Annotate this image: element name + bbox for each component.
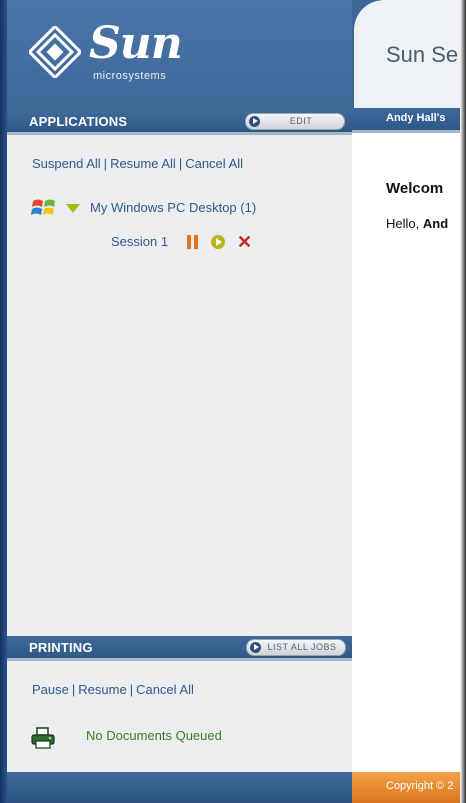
resume-link[interactable]: Resume <box>78 682 126 697</box>
separator: | <box>103 156 108 171</box>
main-panel: Sun Se Andy Hall's Welcom Hello, And Cop… <box>352 0 466 803</box>
printer-icon <box>31 727 55 749</box>
hello-prefix: Hello, <box>386 216 423 231</box>
applications-actions: Suspend All | Resume All | Cancel All <box>32 156 243 171</box>
list-all-jobs-label: LIST ALL JOBS <box>267 642 337 652</box>
printing-actions: Pause | Resume | Cancel All <box>32 682 194 697</box>
sidebar: Sun microsystems APPLICATIONS EDIT Suspe… <box>7 0 352 803</box>
sun-logo-text: Sun <box>89 18 183 69</box>
edit-button[interactable]: EDIT <box>245 113 345 130</box>
main-title: Sun Se <box>386 42 459 67</box>
windows-logo-icon <box>31 199 55 215</box>
hello-name: And <box>422 216 449 231</box>
cancel-icon[interactable]: ✕ <box>237 232 252 252</box>
copyright-bar: Copyright © 2 <box>352 772 466 803</box>
applications-title: APPLICATIONS <box>29 114 128 129</box>
user-bar-label: Andy Hall's <box>386 112 446 124</box>
printing-title: PRINTING <box>29 640 93 655</box>
sidebar-footer <box>7 772 352 803</box>
pause-link[interactable]: Pause <box>32 682 69 697</box>
sun-logo-subtitle: microsystems <box>93 70 167 82</box>
edit-button-label: EDIT <box>289 116 313 126</box>
pause-icon[interactable] <box>187 235 199 249</box>
arrow-right-icon <box>250 642 261 653</box>
expand-triangle-icon[interactable] <box>66 204 80 213</box>
resume-all-link[interactable]: Resume All <box>110 156 176 171</box>
hello-text: Hello, And <box>386 216 448 231</box>
separator: | <box>129 682 134 697</box>
cancel-all-link[interactable]: Cancel All <box>185 156 243 171</box>
list-all-jobs-button[interactable]: LIST ALL JOBS <box>246 639 346 656</box>
applications-header: APPLICATIONS EDIT <box>7 110 352 135</box>
arrow-right-icon <box>249 116 260 127</box>
header-wave-inner <box>354 0 384 108</box>
separator: | <box>71 682 76 697</box>
print-queue-status: No Documents Queued <box>86 728 222 743</box>
logo-area: Sun microsystems <box>7 0 352 110</box>
copyright-text: Copyright © 2 <box>386 780 454 792</box>
suspend-all-link[interactable]: Suspend All <box>32 156 101 171</box>
separator: | <box>178 156 183 171</box>
desktop-label[interactable]: My Windows PC Desktop (1) <box>90 200 256 215</box>
welcome-heading: Welcom <box>386 180 444 197</box>
cancel-all-print-link[interactable]: Cancel All <box>136 682 194 697</box>
user-bar: Andy Hall's <box>352 108 466 133</box>
printing-header: PRINTING LIST ALL JOBS <box>7 636 352 661</box>
sun-logo-icon <box>29 26 81 78</box>
resume-icon[interactable] <box>211 235 225 249</box>
session-label[interactable]: Session 1 <box>111 234 168 249</box>
main-panel-clip: Sun Se Andy Hall's Welcom Hello, And Cop… <box>352 0 466 803</box>
window-edge <box>460 0 466 803</box>
